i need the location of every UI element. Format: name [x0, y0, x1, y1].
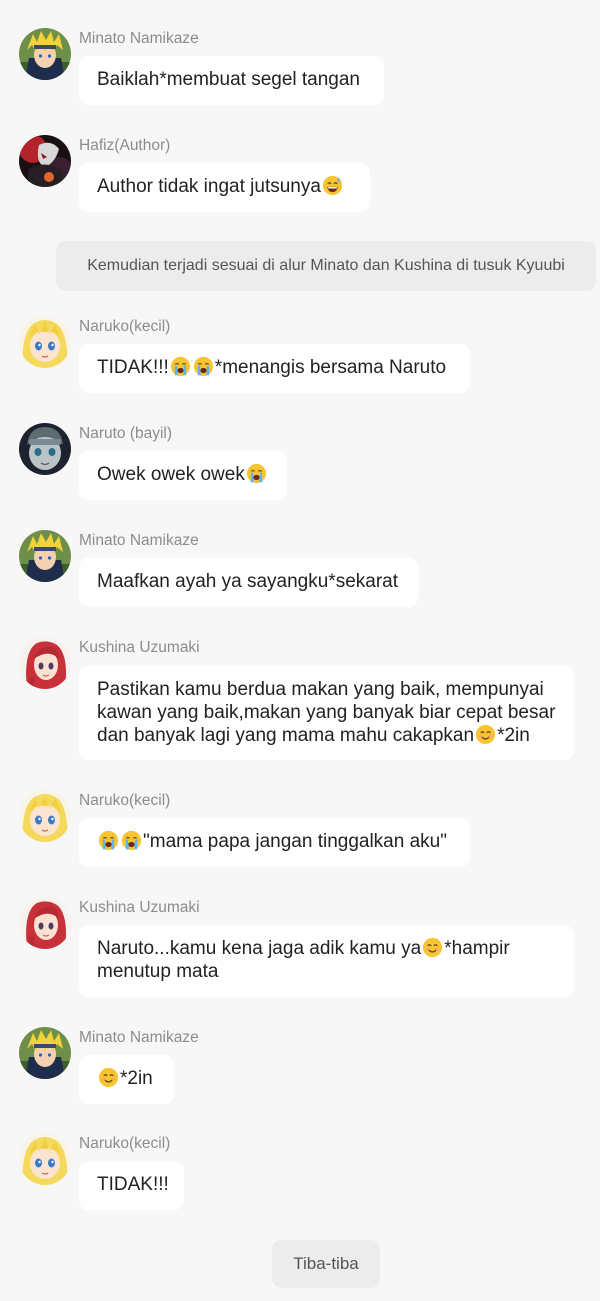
message-bubble[interactable]: Pastikan kamu berdua makan yang baik, me…: [79, 665, 574, 760]
message-bubble[interactable]: Baiklah*membuat segel tangan: [79, 56, 384, 105]
sender-name: Hafiz(Author): [79, 137, 171, 154]
message-bubble[interactable]: TIDAK!!!: [79, 1161, 184, 1210]
minato-avatar[interactable]: [19, 530, 71, 582]
minato-avatar[interactable]: [19, 1027, 71, 1079]
message-bubble[interactable]: Author tidak ingat jutsunya: [79, 163, 370, 212]
message-bubble[interactable]: *2in: [79, 1055, 174, 1104]
sender-name: Naruko(kecil): [79, 792, 171, 809]
narration-bubble: Kemudian terjadi sesuai di alur Minato d…: [56, 241, 596, 291]
message-text-line: kawan yang baik,makan yang banyak biar c…: [97, 702, 556, 723]
smiling-emoji: [98, 1067, 119, 1088]
message-text-line: Pastikan kamu berdua makan yang baik, me…: [97, 679, 544, 700]
kushina-avatar[interactable]: [19, 897, 71, 949]
sender-name: Naruto (bayil): [79, 425, 173, 442]
message-bubble[interactable]: Owek owek owek: [79, 451, 287, 500]
message-bubble[interactable]: Naruto...kamu kena jaga adik kamu ya *ham…: [79, 925, 574, 997]
sender-name: Minato Namikaze: [79, 1029, 199, 1046]
naruko-avatar[interactable]: [19, 790, 71, 842]
smiling-emoji: [475, 724, 496, 745]
kushina-avatar[interactable]: [19, 637, 71, 689]
narration-text: Tiba-tiba: [293, 1254, 359, 1273]
sender-name: Kushina Uzumaki: [79, 899, 200, 916]
crying-emoji: [121, 830, 142, 851]
message-bubble[interactable]: "mama papa jangan tinggalkan aku": [79, 818, 470, 867]
message-text-suffix: *hampir: [444, 938, 510, 959]
message-bubble[interactable]: TIDAK!!! *menangis bersama Naruto: [79, 344, 470, 393]
narration-bubble: Tiba-tiba: [272, 1240, 380, 1288]
message-text-line: menutup mata: [97, 961, 219, 982]
narration-text: Kemudian terjadi sesuai di alur Minato d…: [87, 257, 565, 274]
message-text: "mama papa jangan tinggalkan aku": [143, 831, 447, 852]
sender-name: Naruko(kecil): [79, 318, 171, 335]
message-text: Baiklah*membuat segel tangan: [97, 69, 361, 90]
naruto-avatar[interactable]: [19, 423, 71, 475]
message-text-suffix: *2in: [497, 725, 530, 746]
crying-emoji: [246, 463, 267, 484]
message-text: Owek owek owek: [97, 464, 245, 485]
crying-emoji: [170, 356, 191, 377]
minato-avatar[interactable]: [19, 28, 71, 80]
message-text: Naruto...kamu kena jaga adik kamu ya: [97, 938, 422, 959]
message-bubble[interactable]: Maafkan ayah ya sayangku*sekarat: [79, 558, 418, 607]
crying-emoji: [98, 830, 119, 851]
message-text: Maafkan ayah ya sayangku*sekarat: [97, 571, 399, 592]
sender-name: Minato Namikaze: [79, 30, 199, 47]
crying-emoji: [193, 356, 214, 377]
message-text: TIDAK!!!: [97, 1174, 169, 1195]
smiling-emoji: [422, 937, 443, 958]
sender-name: Kushina Uzumaki: [79, 639, 200, 656]
naruko-avatar[interactable]: [19, 316, 71, 368]
sender-name: Minato Namikaze: [79, 532, 199, 549]
message-text: *2in: [120, 1068, 153, 1089]
message-text-line: dan banyak lagi yang mama mahu cakapkan: [97, 725, 475, 746]
message-text-suffix: *menangis bersama Naruto: [214, 357, 447, 378]
message-text: Author tidak ingat jutsunya: [97, 176, 321, 197]
author-avatar[interactable]: [19, 135, 71, 187]
naruko-avatar[interactable]: [19, 1133, 71, 1185]
message-text: TIDAK!!!: [97, 357, 169, 378]
chat-thread[interactable]: Minato Namikaze Baiklah*membuat segel ta…: [0, 0, 600, 1301]
grinning-sweat-emoji: [322, 175, 343, 196]
sender-name: Naruko(kecil): [79, 1135, 171, 1152]
